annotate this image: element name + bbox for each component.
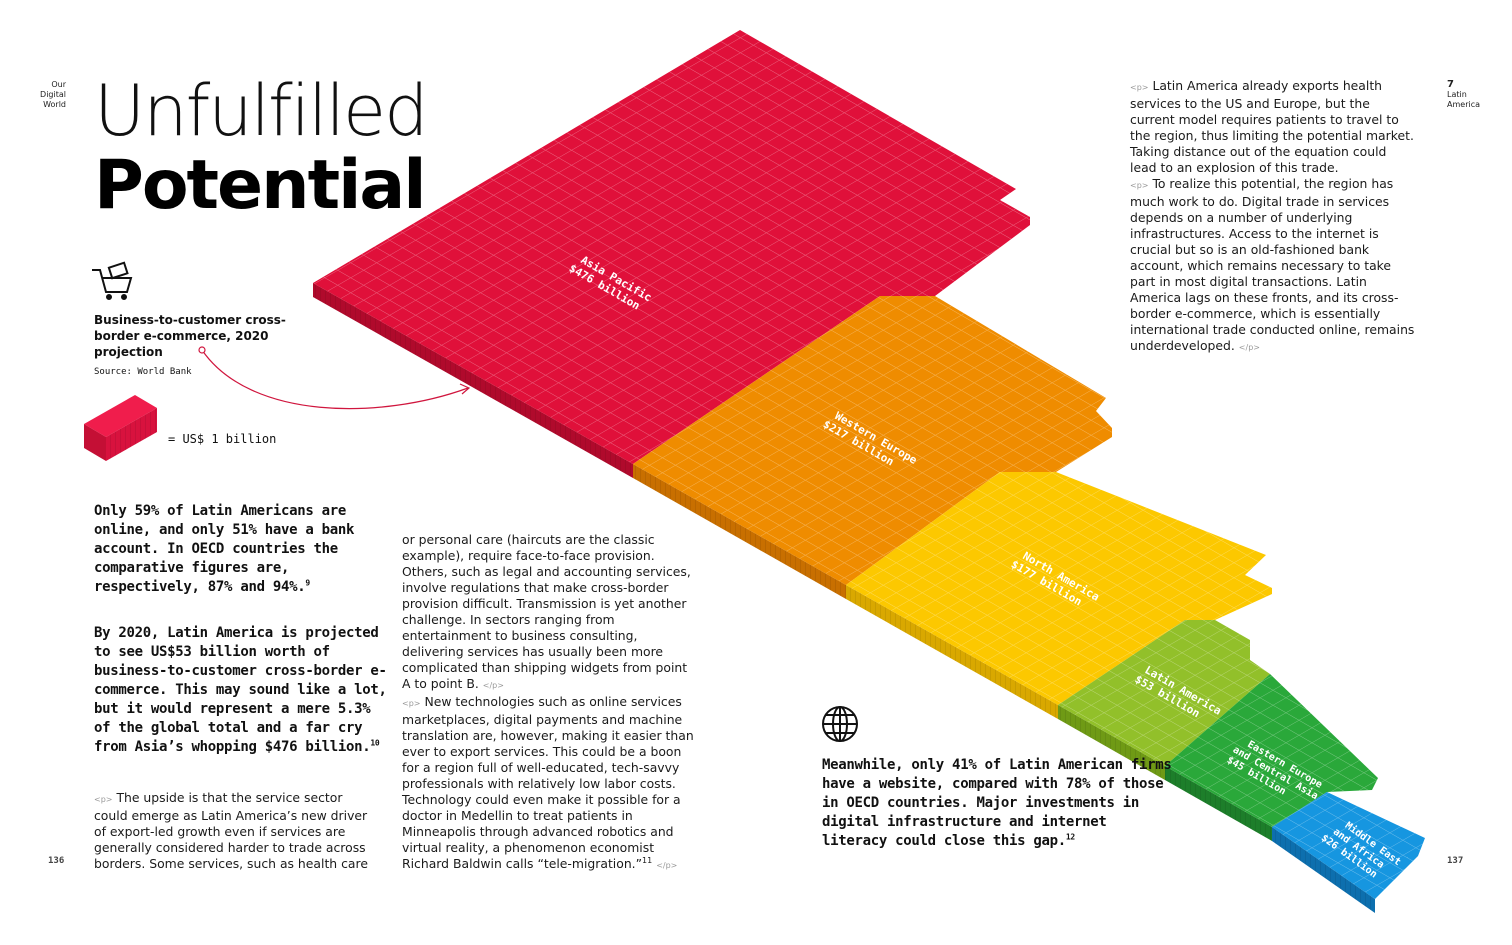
body-column-1-text: The upside is that the service sector co… bbox=[94, 790, 368, 871]
footnote-ref-11: 11 bbox=[642, 855, 653, 865]
body-column-2-para1: or personal care (haircuts are the class… bbox=[402, 532, 691, 691]
footnote-ref-10: 10 bbox=[370, 738, 380, 748]
paragraph-close-tag: </p> bbox=[482, 681, 504, 690]
body-column-2-para2: New technologies such as online services… bbox=[402, 694, 694, 871]
paragraph-open-tag: <p> bbox=[94, 795, 113, 804]
callout-online-stats-text: Only 59% of Latin Americans are online, … bbox=[94, 503, 355, 595]
body-column-2: or personal care (haircuts are the class… bbox=[402, 532, 694, 874]
callout-ecommerce-text: By 2020, Latin America is projected to s… bbox=[94, 625, 387, 755]
callout-websites: Meanwhile, only 41% of Latin American fi… bbox=[822, 756, 1172, 851]
page-number-left: 136 bbox=[48, 856, 65, 866]
callout-ecommerce-projection: By 2020, Latin America is projected to s… bbox=[94, 624, 394, 757]
globe-icon bbox=[822, 706, 858, 742]
paragraph-close-tag: </p> bbox=[656, 861, 678, 870]
paragraph-open-tag: <p> bbox=[1130, 83, 1149, 92]
callout-online-stats: Only 59% of Latin Americans are online, … bbox=[94, 502, 384, 597]
page-title-line2: Potential bbox=[94, 146, 427, 225]
legend-block-icon bbox=[84, 395, 157, 461]
paragraph-close-tag: </p> bbox=[1238, 343, 1260, 352]
page-number-right: 137 bbox=[1447, 856, 1464, 866]
legend-unit-text: = US$ 1 billion bbox=[168, 432, 277, 446]
page-title-line1: Unfulfilled bbox=[94, 70, 429, 152]
body-column-3-para1: Latin America already exports health ser… bbox=[1130, 78, 1414, 175]
body-column-1: <p> The upside is that the service secto… bbox=[94, 790, 379, 872]
chart-title: Business-to-customer cross-border e-comm… bbox=[94, 313, 286, 359]
paragraph-open-tag: <p> bbox=[1130, 181, 1149, 190]
body-column-3-para2: To realize this potential, the region ha… bbox=[1130, 176, 1415, 353]
chart-source: Source: World Bank bbox=[94, 367, 192, 377]
footnote-ref-9: 9 bbox=[305, 578, 310, 588]
body-column-3: <p> Latin America already exports health… bbox=[1130, 78, 1415, 356]
paragraph-open-tag: <p> bbox=[402, 699, 421, 708]
cart-icon bbox=[92, 261, 133, 300]
callout-websites-text: Meanwhile, only 41% of Latin American fi… bbox=[822, 757, 1172, 849]
footnote-ref-12: 12 bbox=[1065, 832, 1075, 842]
